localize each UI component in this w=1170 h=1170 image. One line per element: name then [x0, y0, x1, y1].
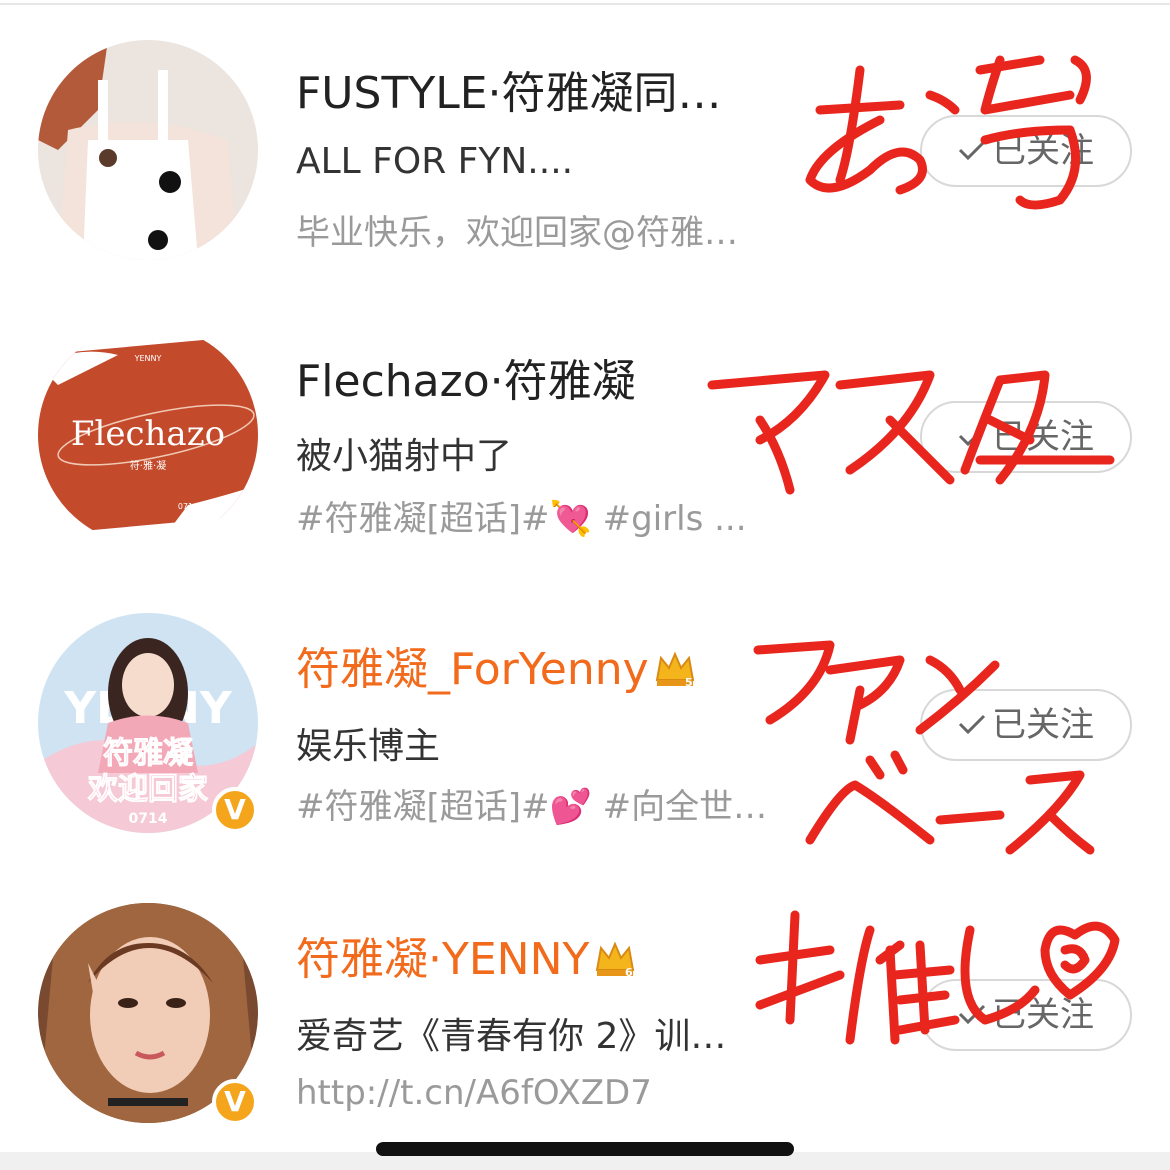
avatar[interactable]: [38, 40, 258, 260]
followed-label: 已关注: [992, 995, 1094, 1035]
avatar-image: Flechazo 符·雅·凝 YENNY 0714: [38, 325, 258, 545]
followed-label: 已关注: [992, 705, 1094, 745]
avatar-date: 0714: [129, 811, 168, 827]
account-description: 爱奇艺《青春有你 2》训…: [296, 1016, 727, 1057]
avatar-date: 0714: [178, 502, 198, 511]
account-description: 娱乐博主: [296, 726, 441, 767]
latest-post: 毕业快乐，欢迎回家@符雅…: [296, 213, 738, 253]
followed-label: 已关注: [992, 417, 1094, 457]
avatar-image: [38, 40, 258, 260]
check-icon: [958, 426, 986, 446]
avatar-small-text: YENNY: [134, 354, 162, 363]
home-indicator[interactable]: [376, 1142, 794, 1156]
check-icon: [958, 140, 986, 160]
latest-post: #符雅凝[超话]#💕 #向全世…: [296, 787, 768, 827]
avatar[interactable]: Flechazo 符·雅·凝 YENNY 0714: [38, 325, 258, 545]
account-name[interactable]: FUSTYLE·符雅凝同…: [296, 57, 722, 121]
avatar-text-line-1: 符雅凝: [103, 736, 194, 771]
check-icon: [958, 714, 986, 734]
account-description: ALL FOR FYN....: [296, 141, 574, 182]
list-item[interactable]: Flechazo 符·雅·凝 YENNY 0714 Flechazo·符雅凝 被…: [0, 293, 1170, 583]
latest-post: http://t.cn/A6fOXZD7: [296, 1073, 652, 1113]
account-description: 被小猫射中了: [296, 436, 513, 477]
verified-badge-icon: V: [212, 787, 258, 833]
followed-button[interactable]: 已关注: [920, 689, 1132, 761]
crown-icon: 6: [596, 941, 635, 979]
avatar-text-line-2: 欢迎回家: [87, 772, 208, 807]
verified-badge-icon: V: [212, 1079, 258, 1125]
followed-button[interactable]: 已关注: [920, 115, 1132, 187]
list-item[interactable]: YENNY 符雅凝 欢迎回家 0714 V 符雅凝_ForYenny5 娱乐博主…: [0, 581, 1170, 871]
avatar-subtitle: 符·雅·凝: [130, 459, 166, 472]
account-name[interactable]: Flechazo·符雅凝: [296, 345, 636, 409]
followed-button[interactable]: 已关注: [920, 401, 1132, 473]
account-name[interactable]: 符雅凝_ForYenny 5: [296, 633, 697, 697]
account-name-text: 符雅凝·YENNY: [296, 934, 590, 985]
avatar-title: Flechazo: [71, 414, 225, 454]
list-item[interactable]: FUSTYLE·符雅凝同… ALL FOR FYN.... 毕业快乐，欢迎回家@…: [0, 5, 1170, 295]
crown-icon: 5: [655, 651, 694, 689]
crown-level: 5: [685, 676, 693, 689]
list-item[interactable]: V 符雅凝·YENNY 6 爱奇艺《青春有你 2》训… http://t.cn/A…: [0, 869, 1170, 1152]
followed-label: 已关注: [992, 131, 1094, 171]
account-name-text: 符雅凝_ForYenny: [296, 644, 649, 695]
check-icon: [958, 1004, 986, 1024]
followed-button[interactable]: 已关注: [920, 979, 1132, 1051]
crown-level: 6: [625, 966, 633, 979]
latest-post: #符雅凝[超话]#💘 #girls ...: [296, 499, 747, 539]
account-name[interactable]: 符雅凝·YENNY 6: [296, 923, 637, 987]
